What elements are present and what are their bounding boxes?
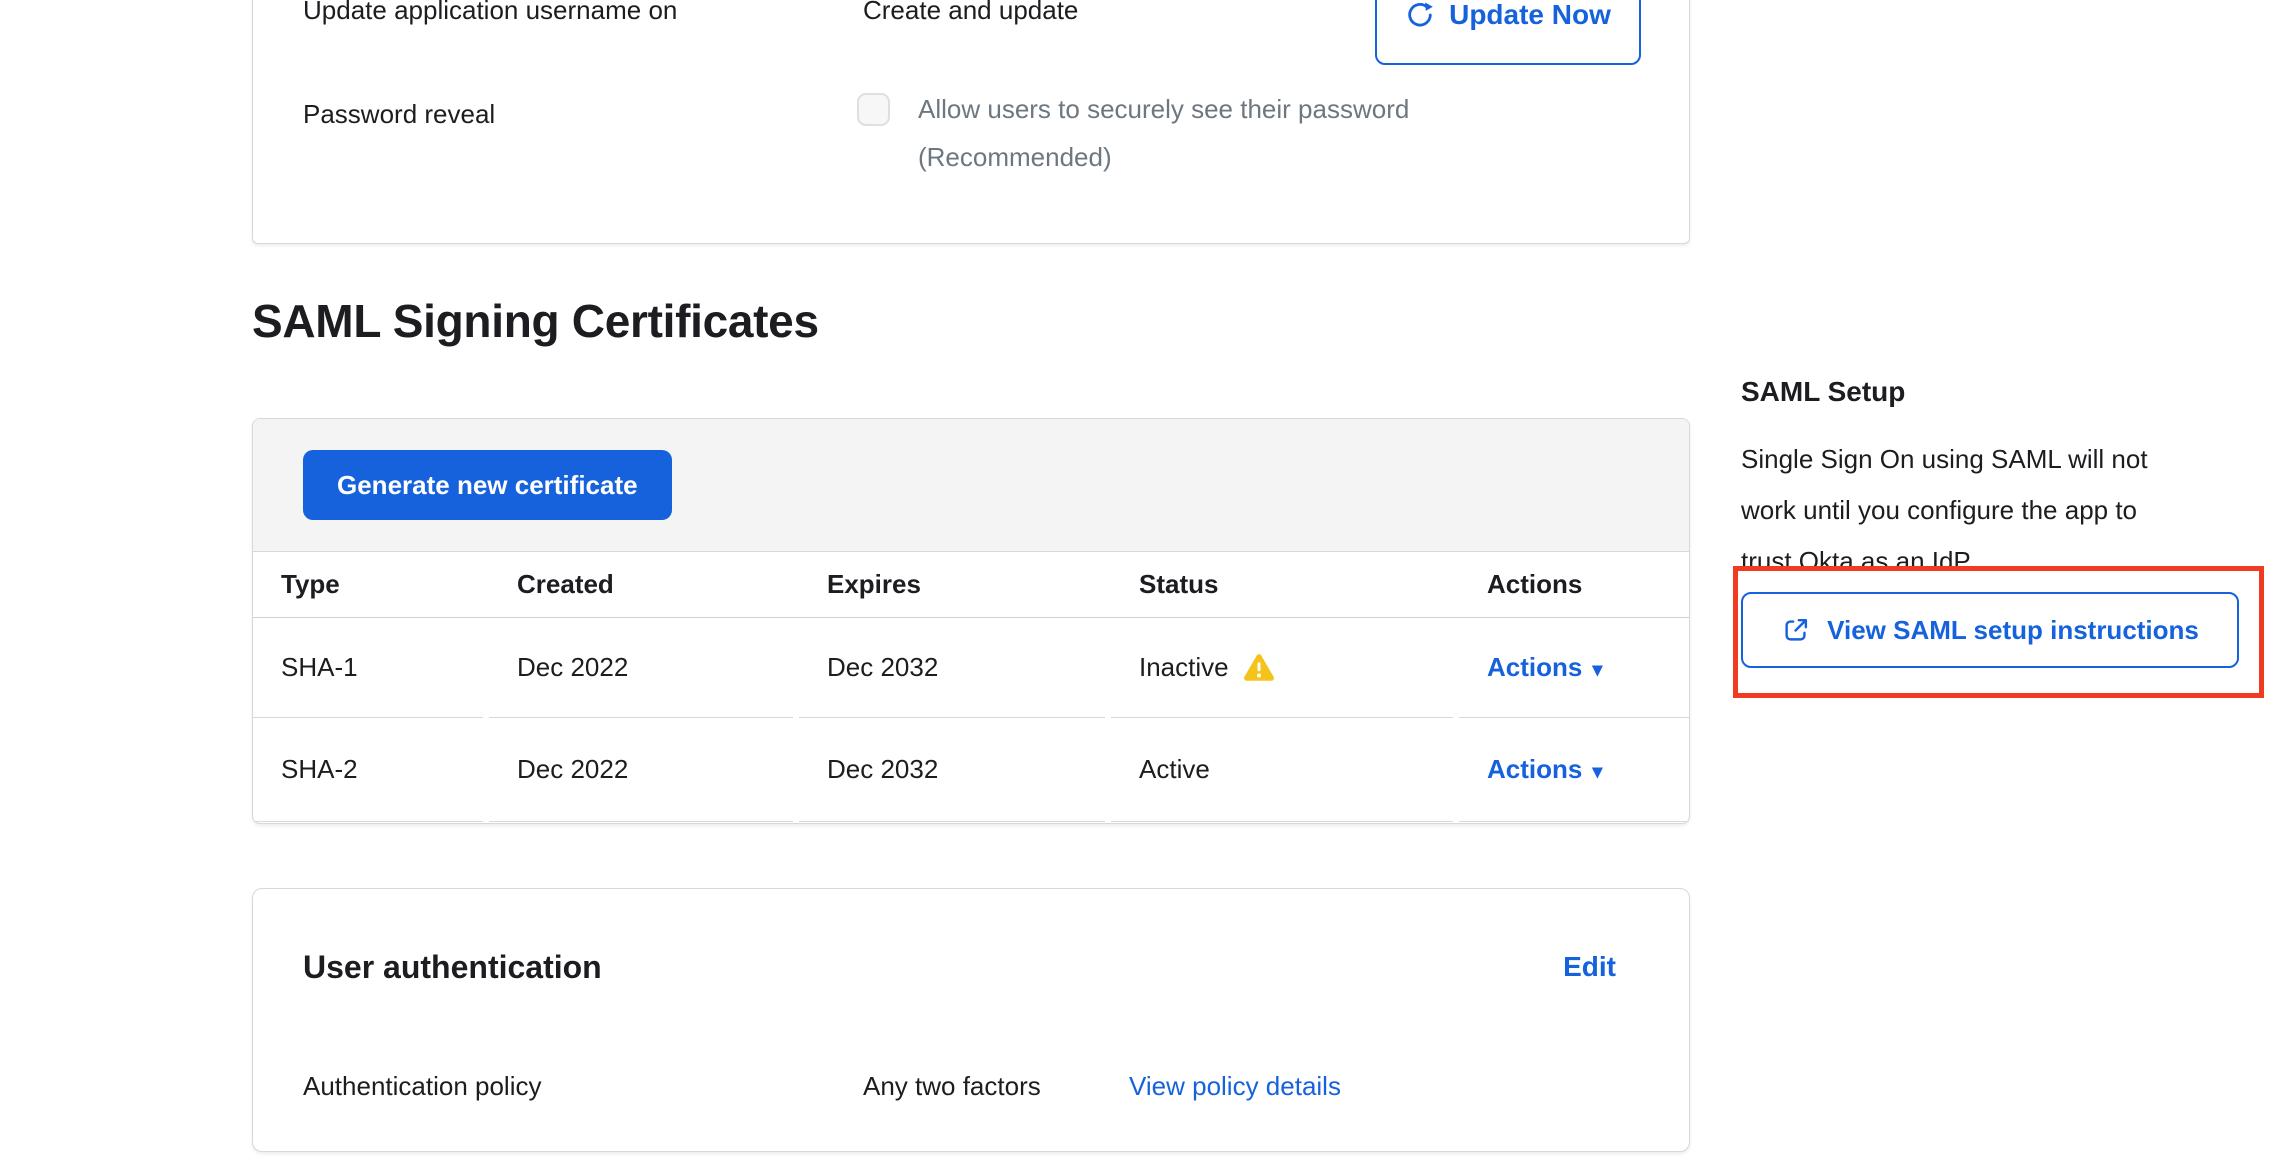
cert-type-cell: SHA-1 <box>253 618 483 718</box>
view-saml-setup-instructions-button[interactable]: View SAML setup instructions <box>1741 592 2239 668</box>
view-policy-details-link[interactable]: View policy details <box>1129 1071 1341 1102</box>
password-reveal-label: Password reveal <box>303 99 495 130</box>
actions-dropdown[interactable]: Actions ▾ <box>1487 652 1602 683</box>
cert-expires-cell: Dec 2032 <box>799 618 1105 718</box>
cert-status-cell: Inactive <box>1111 618 1453 718</box>
column-header-status: Status <box>1111 552 1453 617</box>
edit-link[interactable]: Edit <box>1563 951 1616 983</box>
saml-setup-description: Single Sign On using SAML will not work … <box>1741 434 2261 587</box>
caret-down-icon: ▾ <box>1592 660 1602 680</box>
user-authentication-title: User authentication <box>303 949 602 986</box>
password-reveal-checkbox[interactable] <box>857 93 890 126</box>
cert-created-cell: Dec 2022 <box>489 618 793 718</box>
certificate-row-sha2: SHA-2 Dec 2022 Dec 2032 Active Actions ▾ <box>253 718 1689 822</box>
username-update-label: Update application username on <box>303 0 677 26</box>
column-header-actions: Actions <box>1459 552 1689 617</box>
actions-label: Actions <box>1487 652 1582 683</box>
caret-down-icon: ▾ <box>1592 762 1602 782</box>
status-text: Inactive <box>1139 652 1229 683</box>
password-reveal-description-line1: Allow users to securely see their passwo… <box>918 85 1438 133</box>
refresh-icon <box>1405 0 1435 30</box>
update-now-label: Update Now <box>1449 0 1611 31</box>
column-header-type: Type <box>253 552 483 617</box>
username-update-value: Create and update <box>863 0 1078 26</box>
user-authentication-card: User authentication Edit Authentication … <box>252 888 1690 1152</box>
column-header-created: Created <box>489 552 793 617</box>
saml-setup-description-line3: trust Okta as an IdP. <box>1741 536 2261 587</box>
certificate-row-sha1: SHA-1 Dec 2022 Dec 2032 Inactive Actions… <box>253 618 1689 718</box>
cert-created-cell: Dec 2022 <box>489 718 793 822</box>
update-now-button[interactable]: Update Now <box>1375 0 1641 65</box>
status-text: Active <box>1139 754 1210 785</box>
external-link-icon <box>1781 615 1811 645</box>
certificates-toolbar: Generate new certificate <box>253 419 1689 552</box>
saml-certificates-panel: Generate new certificate Type Created Ex… <box>252 418 1690 824</box>
certificates-table-header: Type Created Expires Status Actions <box>253 552 1689 618</box>
view-saml-setup-instructions-label: View SAML setup instructions <box>1827 615 2199 646</box>
cert-type-cell: SHA-2 <box>253 718 483 822</box>
saml-setup-description-line2: work until you configure the app to <box>1741 485 2261 536</box>
password-reveal-description: Allow users to securely see their passwo… <box>918 85 1438 181</box>
saml-setup-title: SAML Setup <box>1741 376 1905 408</box>
okta-app-settings-page: Update application username on Create an… <box>0 0 2279 1158</box>
authentication-policy-label: Authentication policy <box>303 1071 541 1102</box>
column-header-expires: Expires <box>799 552 1105 617</box>
actions-dropdown[interactable]: Actions ▾ <box>1487 754 1602 785</box>
generate-new-certificate-button[interactable]: Generate new certificate <box>303 450 672 520</box>
cert-actions-cell: Actions ▾ <box>1459 618 1689 718</box>
password-reveal-description-line2: (Recommended) <box>918 133 1438 181</box>
saml-setup-description-line1: Single Sign On using SAML will not <box>1741 434 2261 485</box>
cert-actions-cell: Actions ▾ <box>1459 718 1689 822</box>
warning-triangle-icon <box>1243 653 1275 683</box>
actions-label: Actions <box>1487 754 1582 785</box>
authentication-policy-value: Any two factors <box>863 1071 1041 1102</box>
cert-expires-cell: Dec 2032 <box>799 718 1105 822</box>
cert-status-cell: Active <box>1111 718 1453 822</box>
sign-on-settings-card: Update application username on Create an… <box>252 0 1690 244</box>
page-title: SAML Signing Certificates <box>252 294 819 348</box>
